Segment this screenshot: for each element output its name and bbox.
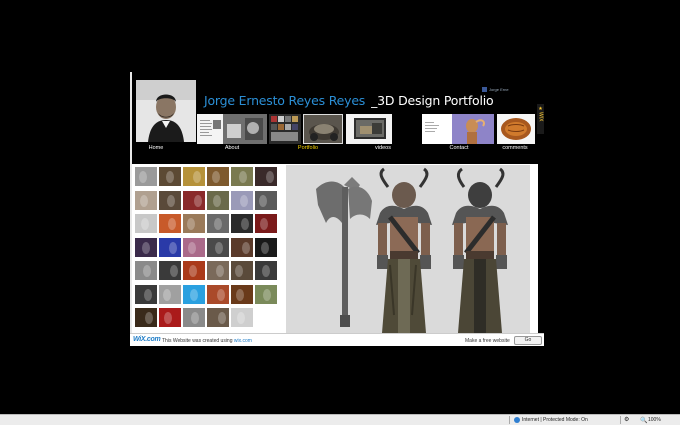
wix-credit-text: This Website was created using [162, 338, 233, 344]
gallery-thumbnail[interactable] [231, 308, 253, 327]
facebook-icon [482, 87, 487, 93]
gallery-thumbnail[interactable] [135, 237, 157, 257]
wix-tab-label: WIX [537, 112, 544, 122]
gallery-thumbnail[interactable] [231, 284, 253, 304]
gallery-thumbnail[interactable] [183, 214, 205, 233]
internet-zone-icon [514, 417, 520, 423]
gallery-thumbnail[interactable] [135, 214, 157, 233]
gallery-thumbnail[interactable] [159, 284, 181, 304]
nav-comments[interactable]: comments [485, 145, 545, 151]
gallery-thumbnail[interactable] [207, 190, 229, 210]
gallery-thumbnail[interactable] [255, 237, 277, 257]
nav-thumb-about-doc[interactable] [197, 114, 223, 144]
gallery-thumbnail[interactable] [159, 237, 181, 257]
author-photo [136, 80, 196, 142]
gallery-thumbnail[interactable] [183, 167, 205, 186]
nav-thumbnail-strip [197, 114, 537, 144]
gallery-thumbnail[interactable] [135, 308, 157, 327]
nav-thumb-about-render[interactable] [223, 114, 267, 144]
gallery-thumbnail[interactable] [207, 214, 229, 233]
nav-contact[interactable]: Contact [429, 145, 489, 151]
gallery-thumbnail[interactable] [255, 190, 277, 210]
gallery-thumbnail[interactable] [255, 214, 277, 233]
gallery-thumbnail[interactable] [159, 167, 181, 186]
gallery-thumbnail[interactable] [231, 214, 253, 233]
gallery-thumbnail[interactable] [159, 261, 181, 280]
gallery-thumbnail[interactable] [159, 190, 181, 210]
nav-thumb-portfolio-car[interactable] [303, 114, 343, 144]
nav-videos[interactable]: videos [353, 145, 413, 151]
gallery-thumbnail[interactable] [207, 167, 229, 186]
make-free-website-label: Make a free website [465, 338, 510, 344]
nav-home[interactable]: Home [126, 145, 186, 151]
gallery-thumbnail[interactable] [207, 261, 229, 280]
gallery-thumbnail[interactable] [231, 167, 253, 186]
nav-thumb-comments[interactable] [497, 114, 535, 144]
status-separator [509, 416, 510, 424]
gallery-thumbnail[interactable] [135, 284, 157, 304]
gallery-thumbnail[interactable] [207, 284, 229, 304]
nav-thumb-portfolio-sheet[interactable] [269, 114, 301, 144]
browser-status-bar: Internet | Protected Mode: On ⚙ 🔍 100% [0, 414, 680, 425]
gallery-thumbnail[interactable] [255, 308, 277, 327]
gallery-thumbnail[interactable] [183, 237, 205, 257]
wix-credit: This Website was created using wix.com [162, 338, 252, 344]
gallery-thumbnail[interactable] [135, 167, 157, 186]
portfolio-subtitle: _3D Design Portfolio [371, 93, 494, 108]
security-zone-text[interactable]: Internet | Protected Mode: On [522, 417, 588, 423]
go-button[interactable]: Go [514, 336, 542, 345]
gallery-thumbnail[interactable] [255, 167, 277, 186]
nav-thumb-contact[interactable] [422, 114, 452, 144]
gallery-thumbnail[interactable] [255, 261, 277, 280]
nav-portfolio[interactable]: Portfolio [278, 145, 338, 151]
author-name: Jorge Ernesto Reyes Reyes [204, 93, 366, 108]
facebook-label: Jorge Erne [489, 87, 509, 92]
gallery-thumbnail-grid [135, 167, 281, 331]
gallery-thumbnail[interactable] [207, 237, 229, 257]
protected-mode-icon[interactable]: ⚙ [624, 416, 629, 423]
browser-viewport: { "site": { "title_name": "Jorge Ernesto… [0, 0, 680, 425]
wix-link[interactable]: wix.com [234, 338, 252, 344]
gallery-thumbnail[interactable] [183, 261, 205, 280]
gallery-thumbnail[interactable] [183, 284, 205, 304]
site-title: Jorge Ernesto Reyes Reyes _3D Design Port… [204, 93, 494, 108]
main-nav: Home About Portfolio videos Contact comm… [132, 144, 544, 156]
gallery-main-image[interactable] [286, 165, 530, 333]
nav-thumb-videos[interactable] [346, 114, 392, 144]
gallery-thumbnail[interactable] [183, 190, 205, 210]
gallery-thumbnail[interactable] [159, 214, 181, 233]
wix-logo[interactable]: WiX.com [133, 336, 161, 343]
gallery-thumbnail[interactable] [207, 308, 229, 327]
facebook-link[interactable]: Jorge Erne [482, 87, 509, 93]
status-separator [620, 416, 621, 424]
nav-thumb-contact-character[interactable] [452, 114, 494, 144]
zoom-icon[interactable]: 🔍 [640, 417, 647, 424]
gallery-thumbnail[interactable] [135, 261, 157, 280]
gallery-thumbnail[interactable] [231, 261, 253, 280]
gallery-thumbnail[interactable] [231, 190, 253, 210]
nav-about[interactable]: About [202, 145, 262, 151]
wix-footer-bar: WiX.com This Website was created using w… [130, 333, 544, 346]
gallery-thumbnail[interactable] [135, 190, 157, 210]
gallery-thumbnail[interactable] [183, 308, 205, 327]
wix-side-tab[interactable]: ★ WIX [537, 104, 544, 134]
portfolio-gallery [132, 164, 538, 334]
zoom-level[interactable]: 100% [648, 417, 661, 423]
gallery-thumbnail[interactable] [159, 308, 181, 327]
gallery-thumbnail[interactable] [231, 237, 253, 257]
gallery-thumbnail[interactable] [255, 284, 277, 304]
